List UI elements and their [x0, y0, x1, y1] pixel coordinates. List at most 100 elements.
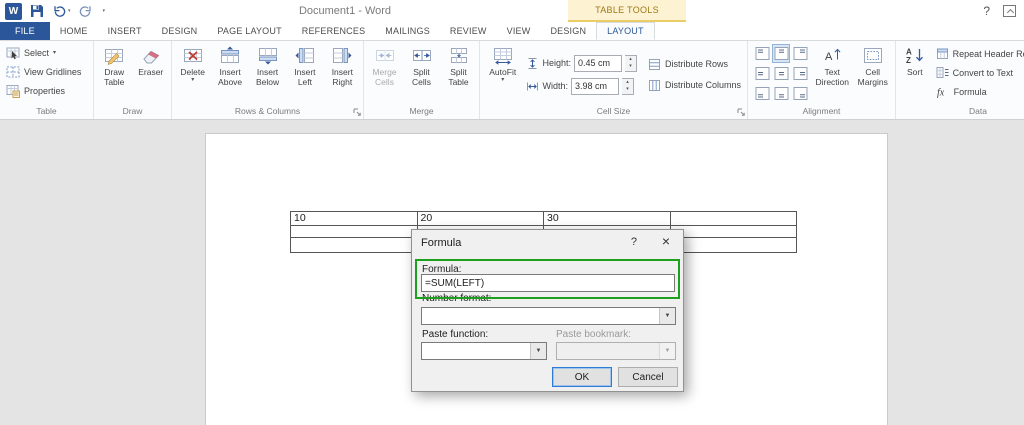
tab-insert[interactable]: INSERT — [98, 22, 152, 40]
draw-table-button[interactable]: Draw Table — [96, 42, 133, 105]
undo-icon — [54, 5, 66, 17]
merge-cells-button[interactable]: Merge Cells — [366, 42, 403, 105]
redo-icon — [79, 5, 91, 17]
help-button[interactable]: ? — [983, 4, 990, 18]
draw-table-icon — [105, 49, 124, 65]
align-center-left-button[interactable] — [753, 64, 771, 83]
table-cell[interactable] — [669, 225, 797, 238]
tab-review[interactable]: REVIEW — [440, 22, 497, 40]
delete-caret-icon: ▾ — [191, 77, 195, 84]
insert-below-icon — [258, 48, 277, 65]
tab-design[interactable]: DESIGN — [152, 22, 208, 40]
select-caret-icon: ▾ — [53, 49, 57, 56]
group-label-merge: Merge — [409, 106, 434, 116]
formula-button[interactable]: fx Formula — [932, 82, 1024, 101]
insert-below-button[interactable]: Insert Below — [249, 42, 286, 105]
align-bottom-right-button[interactable] — [791, 84, 809, 103]
group-label-rows-columns: Rows & Columns — [234, 106, 301, 116]
undo-button[interactable]: ▾ — [52, 5, 71, 18]
cell-size-dialog-launcher[interactable] — [736, 107, 746, 117]
insert-left-icon — [295, 48, 314, 63]
properties-button[interactable]: Properties — [2, 81, 91, 100]
insert-above-button[interactable]: Insert Above — [211, 42, 248, 105]
repeat-header-rows-button[interactable]: Repeat Header Rows — [932, 44, 1024, 63]
align-center-right-button[interactable] — [791, 64, 809, 83]
table-cell[interactable]: 10 — [290, 211, 418, 226]
table-cell[interactable] — [290, 225, 418, 238]
align-top-center-button[interactable] — [772, 44, 790, 63]
tab-mailings[interactable]: MAILINGS — [375, 22, 440, 40]
ribbon-display-options-button[interactable] — [1003, 5, 1016, 17]
tab-view[interactable]: VIEW — [497, 22, 541, 40]
delete-button[interactable]: Delete ▾ — [174, 42, 211, 105]
dialog-title[interactable]: Formula — [421, 237, 461, 249]
combo-arrow-icon[interactable]: ▼ — [530, 343, 546, 359]
formula-input[interactable] — [421, 274, 675, 292]
cell-margins-button[interactable]: Cell Margins — [853, 42, 894, 105]
rows-columns-dialog-launcher[interactable] — [352, 107, 362, 117]
tab-references[interactable]: REFERENCES — [292, 22, 376, 40]
tab-page-layout[interactable]: PAGE LAYOUT — [207, 22, 291, 40]
tab-tabletools-layout[interactable]: LAYOUT — [596, 22, 655, 40]
group-label-alignment: Alignment — [802, 106, 841, 116]
svg-text:fx: fx — [937, 88, 945, 99]
row-height-label: Height: — [542, 58, 572, 68]
dialog-close-button[interactable]: × — [662, 233, 670, 249]
align-bottom-center-button[interactable] — [772, 84, 790, 103]
redo-button[interactable] — [79, 5, 93, 18]
tab-tabletools-design[interactable]: DESIGN — [540, 22, 596, 40]
convert-to-text-button[interactable]: Convert to Text — [932, 63, 1024, 82]
tab-home[interactable]: HOME — [50, 22, 98, 40]
row-height-stepper[interactable]: ▴ ▾ — [625, 54, 638, 72]
stepper-down-icon[interactable]: ▾ — [622, 86, 633, 94]
column-width-stepper[interactable]: ▴ ▾ — [622, 77, 634, 95]
paste-function-combobox[interactable]: ▼ — [421, 342, 547, 360]
align-bottom-left-button[interactable] — [753, 84, 771, 103]
ok-button[interactable]: OK — [552, 367, 612, 387]
text-direction-button[interactable]: A Text Direction — [812, 42, 853, 105]
insert-right-button[interactable]: Insert Right — [324, 42, 361, 105]
row-height-input[interactable]: 0.45 cm — [574, 54, 623, 72]
stepper-down-icon[interactable]: ▾ — [625, 63, 636, 71]
align-center-button[interactable] — [772, 64, 790, 83]
split-cells-button[interactable]: Split Cells — [403, 42, 440, 105]
cancel-button[interactable]: Cancel — [618, 367, 678, 387]
align-top-left-button[interactable] — [753, 44, 771, 63]
group-label-table: Table — [36, 106, 57, 116]
undo-caret-icon: ▾ — [68, 8, 71, 14]
select-button[interactable]: Select ▾ — [2, 43, 91, 62]
word-logo-icon[interactable]: W — [5, 2, 22, 20]
window-title: Document1 - Word — [298, 5, 392, 17]
merge-cells-icon — [375, 50, 394, 61]
stepper-up-icon[interactable]: ▴ — [625, 56, 636, 64]
column-width-input[interactable]: 3.98 cm — [571, 77, 619, 95]
eraser-button[interactable]: Eraser — [133, 42, 170, 105]
ribbon: Select ▾ View Gridlines Properties Table… — [0, 41, 1024, 120]
distribute-rows-icon — [648, 58, 660, 70]
ribbon-group-rows-columns: Delete ▾ Insert Above Insert Below Inser… — [172, 41, 364, 119]
stepper-up-icon[interactable]: ▴ — [622, 79, 633, 87]
save-button[interactable] — [30, 4, 44, 18]
distribute-rows-button[interactable]: Distribute Rows — [644, 55, 745, 74]
view-gridlines-button[interactable]: View Gridlines — [2, 62, 91, 81]
split-cells-icon — [412, 50, 431, 61]
number-format-combobox[interactable]: ▼ — [421, 307, 676, 325]
autofit-button[interactable]: AutoFit ▾ — [482, 42, 523, 105]
combo-arrow-icon[interactable]: ▼ — [659, 308, 675, 324]
insert-left-button[interactable]: Insert Left — [286, 42, 323, 105]
group-label-draw: Draw — [122, 106, 143, 116]
split-table-button[interactable]: Split Table — [440, 42, 477, 105]
table-cell[interactable] — [669, 211, 797, 226]
table-cell[interactable]: 30 — [543, 211, 671, 226]
dialog-help-button[interactable]: ? — [631, 236, 637, 248]
qat-customize-button[interactable]: ▾ — [101, 8, 106, 14]
table-cell[interactable] — [290, 237, 418, 253]
paste-bookmark-label: Paste bookmark: — [556, 329, 632, 340]
align-top-right-button[interactable] — [791, 44, 809, 63]
table-cell[interactable] — [669, 237, 797, 253]
tab-file[interactable]: FILE — [0, 22, 50, 40]
table-cell[interactable]: 20 — [416, 211, 544, 226]
sort-button[interactable]: AZ Sort — [898, 42, 932, 105]
distribute-columns-button[interactable]: Distribute Columns — [644, 76, 745, 95]
column-width-icon — [527, 82, 539, 90]
